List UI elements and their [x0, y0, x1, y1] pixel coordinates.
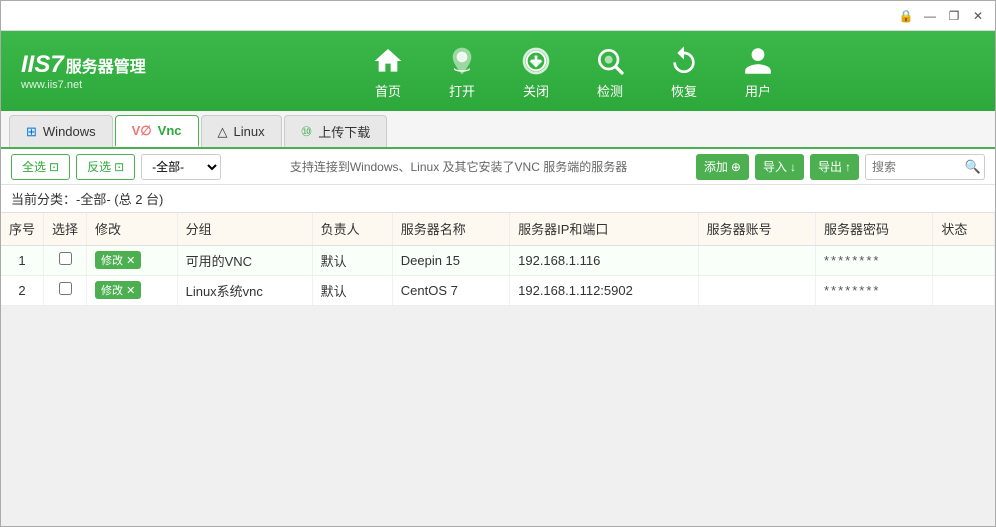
- nav-bar: IIS7 服务器管理 www.iis7.net 首页 打开 关闭: [1, 31, 995, 111]
- col-group: 分组: [177, 213, 312, 245]
- invert-label: 反选: [87, 158, 111, 175]
- table-container: 序号 选择 修改 分组 负责人 服务器名称 服务器IP和端口 服务器账号 服务器…: [1, 213, 995, 306]
- toolbar-row: 全选 ⊡ 反选 ⊡ -全部- 支持连接到Windows、Linux 及其它安装了…: [1, 149, 995, 185]
- linux-tab-icon: △: [218, 124, 228, 140]
- group-filter-select[interactable]: -全部-: [141, 154, 221, 180]
- col-responsible: 负责人: [312, 213, 392, 245]
- cell-status: [933, 245, 995, 275]
- import-button[interactable]: 导入 ↓: [755, 154, 804, 180]
- row-checkbox[interactable]: [59, 282, 72, 295]
- cell-group: 可用的VNC: [177, 245, 312, 275]
- select-all-button[interactable]: 全选 ⊡: [11, 154, 70, 180]
- cell-password: ********: [816, 245, 933, 275]
- cell-num: 2: [1, 275, 44, 305]
- minimize-button[interactable]: —: [921, 7, 939, 25]
- tab-upload-download[interactable]: ⑩ 上传下载: [284, 115, 388, 147]
- invert-select-button[interactable]: 反选 ⊡: [76, 154, 135, 180]
- logo-subtitle: www.iis7.net: [21, 79, 82, 91]
- lock-icon: 🔒: [897, 7, 915, 25]
- cell-checkbox[interactable]: [44, 275, 87, 305]
- close-nav-icon: [518, 43, 554, 79]
- cell-server-name: CentOS 7: [392, 275, 509, 305]
- table-header-row: 序号 选择 修改 分组 负责人 服务器名称 服务器IP和端口 服务器账号 服务器…: [1, 213, 995, 245]
- import-label: 导入: [763, 158, 787, 175]
- tab-linux[interactable]: △ Linux: [201, 115, 282, 147]
- search-wrap: 🔍: [865, 154, 985, 180]
- select-all-label: 全选: [22, 158, 46, 175]
- nav-close[interactable]: 关闭: [504, 37, 568, 106]
- support-text: 支持连接到Windows、Linux 及其它安装了VNC 服务端的服务器: [227, 158, 690, 175]
- tab-windows[interactable]: ⊞ Windows: [9, 115, 113, 147]
- add-icon: ⊕: [731, 160, 741, 174]
- user-icon: [740, 43, 776, 79]
- row-checkbox[interactable]: [59, 252, 72, 265]
- cell-checkbox[interactable]: [44, 245, 87, 275]
- cell-account: [698, 245, 815, 275]
- tab-vnc[interactable]: V∅ Vnc: [115, 115, 199, 147]
- export-label: 导出: [818, 158, 842, 175]
- cell-ip-port: 192.168.1.112:5902: [510, 275, 699, 305]
- add-label: 添加: [704, 158, 728, 175]
- linux-tab-label: Linux: [234, 124, 265, 139]
- select-all-icon: ⊡: [49, 160, 59, 174]
- nav-user[interactable]: 用户: [726, 37, 790, 106]
- col-num: 序号: [1, 213, 44, 245]
- home-icon: [370, 43, 406, 79]
- nav-restore[interactable]: 恢复: [652, 37, 716, 106]
- col-edit: 修改: [87, 213, 178, 245]
- search-icon-button[interactable]: 🔍: [965, 159, 981, 175]
- upload-download-tab-label: 上传下载: [318, 122, 370, 141]
- server-table: 序号 选择 修改 分组 负责人 服务器名称 服务器IP和端口 服务器账号 服务器…: [1, 213, 995, 306]
- cell-group: Linux系统vnc: [177, 275, 312, 305]
- cell-server-name: Deepin 15: [392, 245, 509, 275]
- logo-area: IIS7 服务器管理 www.iis7.net: [11, 51, 161, 91]
- import-icon: ↓: [790, 160, 796, 174]
- nav-open[interactable]: 打开: [430, 37, 494, 106]
- cell-num: 1: [1, 245, 44, 275]
- logo-brand: IIS7 服务器管理: [21, 51, 146, 79]
- cell-account: [698, 275, 815, 305]
- cell-responsible: 默认: [312, 275, 392, 305]
- cell-ip-port: 192.168.1.116: [510, 245, 699, 275]
- table-row: 2 修改 ✕ Linux系统vnc 默认 CentOS 7 192.168.1.…: [1, 275, 995, 305]
- export-button[interactable]: 导出 ↑: [810, 154, 859, 180]
- upload-download-tab-icon: ⑩: [301, 124, 313, 140]
- nav-home[interactable]: 首页: [356, 37, 420, 106]
- title-bar-controls: 🔒 — ❐ ✕: [897, 7, 987, 25]
- col-status: 状态: [933, 213, 995, 245]
- cell-edit: 修改 ✕: [87, 275, 178, 305]
- close-button[interactable]: ✕: [969, 7, 987, 25]
- windows-tab-icon: ⊞: [26, 124, 37, 140]
- col-ip-port: 服务器IP和端口: [510, 213, 699, 245]
- cell-responsible: 默认: [312, 245, 392, 275]
- col-server-name: 服务器名称: [392, 213, 509, 245]
- col-password: 服务器密码: [816, 213, 933, 245]
- export-icon: ↑: [845, 160, 851, 174]
- current-category-text: 当前分类：-全部- (总 2 台): [11, 189, 163, 208]
- table-row: 1 修改 ✕ 可用的VNC 默认 Deepin 15 192.168.1.116…: [1, 245, 995, 275]
- nav-detect[interactable]: 检测: [578, 37, 642, 106]
- title-bar: 🔒 — ❐ ✕: [1, 1, 995, 31]
- restore-icon: [666, 43, 702, 79]
- detect-icon: [592, 43, 628, 79]
- col-account: 服务器账号: [698, 213, 815, 245]
- windows-tab-label: Windows: [43, 124, 96, 139]
- edit-button-1[interactable]: 修改 ✕: [95, 251, 141, 269]
- open-icon: [444, 43, 480, 79]
- vnc-tab-label: Vnc: [158, 123, 182, 138]
- info-row: 当前分类：-全部- (总 2 台): [1, 185, 995, 213]
- tab-bar: ⊞ Windows V∅ Vnc △ Linux ⑩ 上传下载: [1, 111, 995, 149]
- invert-icon: ⊡: [114, 160, 124, 174]
- restore-button[interactable]: ❐: [945, 7, 963, 25]
- cell-status: [933, 275, 995, 305]
- col-select: 选择: [44, 213, 87, 245]
- cell-password: ********: [816, 275, 933, 305]
- edit-button-2[interactable]: 修改 ✕: [95, 281, 141, 299]
- add-button[interactable]: 添加 ⊕: [696, 154, 749, 180]
- cell-edit: 修改 ✕: [87, 245, 178, 275]
- vnc-tab-icon: V∅: [132, 123, 152, 139]
- nav-items: 首页 打开 关闭 检测 恢复: [161, 37, 985, 106]
